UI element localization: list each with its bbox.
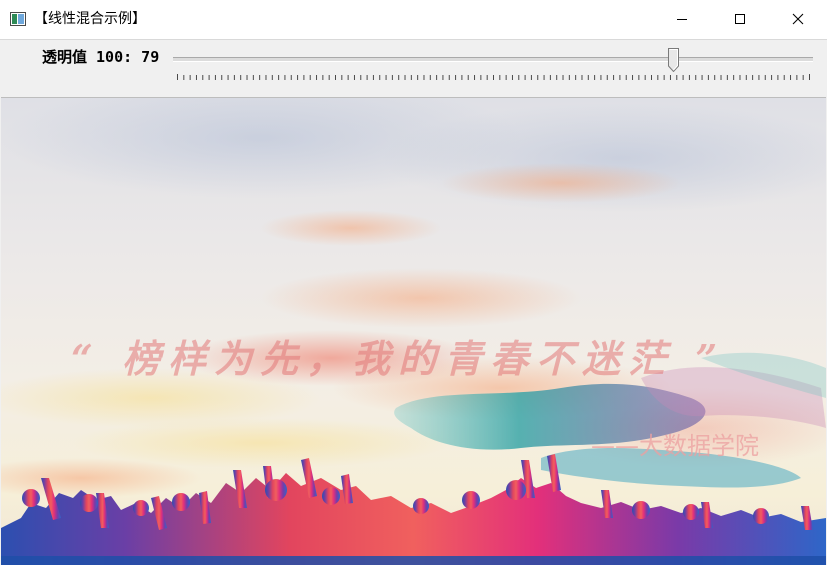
app-window: 【线性混合示例】 透明值 100: 79 “ 榜样为先，我的青春不迷茫 ” ——… (0, 0, 827, 565)
app-window-icon (10, 11, 26, 27)
minimize-button[interactable] (653, 0, 711, 39)
close-button[interactable] (769, 0, 827, 39)
trackbar-thumb[interactable] (667, 48, 679, 73)
attribution-text: ——大数据学院 (591, 432, 759, 460)
trackbar-label: 透明值 100: 79 (42, 48, 160, 66)
blended-image: “ 榜样为先，我的青春不迷茫 ” ——大数据学院 (1, 97, 826, 565)
trackbar-ticks (177, 74, 810, 80)
trackbar-panel: 透明值 100: 79 (0, 39, 827, 97)
minimize-icon (676, 10, 688, 29)
maximize-icon (734, 10, 746, 29)
maximize-button[interactable] (711, 0, 769, 39)
title-bar[interactable]: 【线性混合示例】 (0, 0, 827, 39)
slogan-text: “ 榜样为先，我的青春不迷茫 ” (71, 336, 726, 381)
close-icon (792, 10, 804, 29)
trackbar-track[interactable] (173, 57, 813, 62)
window-title: 【线性混合示例】 (34, 11, 146, 27)
